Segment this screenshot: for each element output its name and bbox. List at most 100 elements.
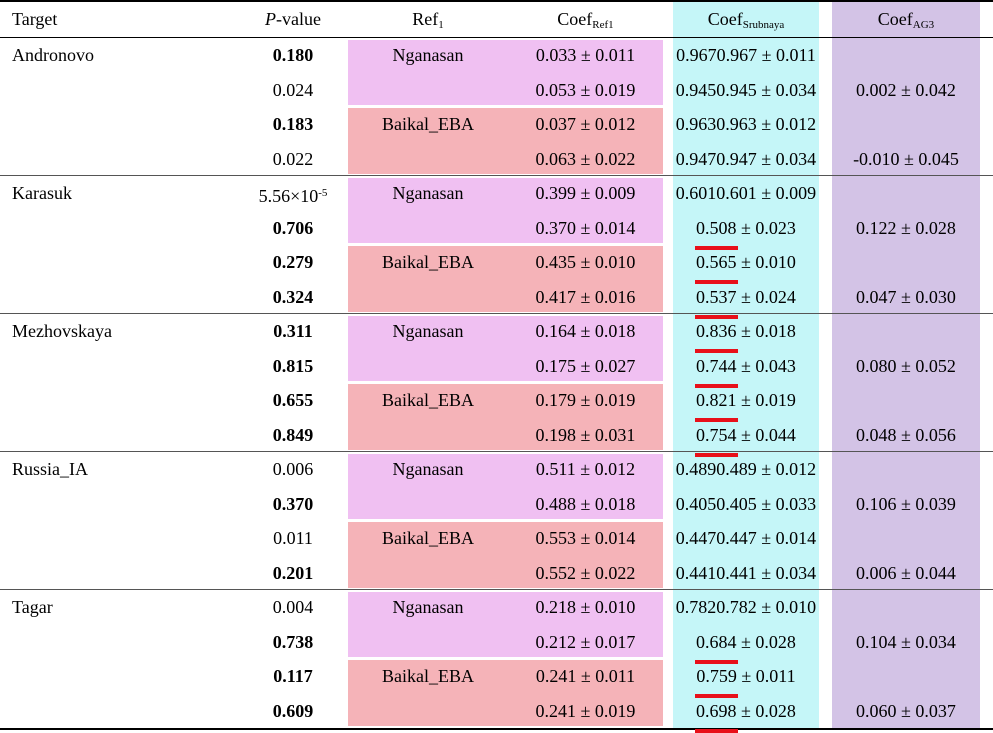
- ref-name: Nganasan: [392, 183, 464, 203]
- p-value-base: 5.56×10: [258, 186, 319, 206]
- coef-ref1-value: 0.241 ± 0.011: [535, 666, 636, 686]
- header-coef-ag3-main: Coef: [877, 9, 913, 29]
- coef-ag3-value: 0.048 ± 0.056: [856, 424, 956, 445]
- header-target: Target: [12, 9, 58, 29]
- p-value-cell: 0.201: [272, 562, 314, 583]
- ref-name: Baikal_EBA: [382, 114, 474, 134]
- header-coef-srubnaya: CoefSrubnaya: [673, 2, 819, 36]
- coef-srubnaya-cell: 0.4050.405 ± 0.033: [673, 487, 819, 521]
- p-value-cell: 0.815: [272, 355, 314, 376]
- coef-srubnaya-cell: 0.744 ± 0.043: [673, 349, 819, 388]
- coef-srubnaya-cell: 0.537 ± 0.024: [673, 280, 819, 319]
- coef-ag3-value: 0.080 ± 0.052: [856, 355, 956, 376]
- p-value-cell: 0.024: [272, 79, 314, 100]
- coef-srubnaya-error: ± 0.034: [756, 562, 817, 583]
- p-value-cell: 5.56×10-5: [238, 176, 348, 210]
- coef-ag3-value: 0.047 ± 0.030: [856, 286, 956, 307]
- coef-srubnaya-error: ± 0.012: [756, 459, 817, 479]
- p-value-cell: 0.706: [272, 217, 314, 238]
- coef-srubnaya-cell: 0.7820.782 ± 0.010: [673, 590, 819, 624]
- coef-srubnaya-error: ± 0.010: [736, 252, 796, 272]
- coef-ref1-value: 0.053 ± 0.019: [535, 79, 636, 100]
- coef-srubnaya-value: 0.9670.967: [676, 45, 758, 65]
- top-rule: [0, 0, 993, 2]
- coef-srubnaya-cell: 0.9670.967 ± 0.011: [673, 38, 819, 72]
- header-coef-ref-sub: Ref1: [592, 19, 614, 31]
- header-coef-srub-main: Coef: [707, 9, 743, 29]
- coef-srubnaya-value: 0.9630.963: [675, 114, 757, 134]
- coef-srubnaya-cell: 0.698 ± 0.028: [673, 694, 819, 733]
- header-ref-sub: 1: [438, 19, 444, 31]
- coef-srubnaya-value: 0.4050.405: [675, 493, 757, 514]
- header-coef-ref1: CoefRef1: [508, 2, 663, 36]
- coef-srubnaya-cell: 0.759 ± 0.011: [673, 659, 819, 698]
- coef-srubnaya-error: ± 0.043: [736, 355, 796, 376]
- target-label: Tagar: [12, 597, 53, 617]
- p-value-cell: 0.311: [273, 321, 313, 341]
- ref-name: Baikal_EBA: [382, 666, 474, 686]
- p-value-cell: 0.738: [272, 631, 314, 652]
- coef-srubnaya-cell: 0.754 ± 0.044: [673, 418, 819, 457]
- ref-name: Baikal_EBA: [382, 390, 474, 410]
- coef-srubnaya-value: 0.744: [695, 356, 738, 388]
- coef-srubnaya-error: ± 0.044: [736, 424, 796, 445]
- coef-srubnaya-error: ± 0.024: [736, 286, 796, 307]
- coef-srubnaya-value: 0.4470.447: [675, 528, 757, 548]
- coef-ref1-value: 0.435 ± 0.010: [535, 252, 636, 272]
- p-value-exponent: -5: [318, 187, 328, 199]
- coef-ag3-value: 0.002 ± 0.042: [856, 79, 956, 100]
- p-value-cell: 0.655: [272, 390, 314, 410]
- coef-ref1-value: 0.164 ± 0.018: [535, 321, 636, 341]
- coef-srubnaya-error: ± 0.028: [736, 631, 796, 652]
- coef-srubnaya-value: 0.836: [695, 321, 738, 353]
- coef-srubnaya-error: ± 0.034: [756, 148, 817, 169]
- p-value-cell: 0.609: [272, 700, 314, 721]
- header-p-rest: -value: [276, 9, 321, 29]
- coef-srubnaya-cell: 0.4470.447 ± 0.014: [673, 521, 819, 555]
- coef-ag3-value: 0.106 ± 0.039: [856, 493, 956, 514]
- coef-srubnaya-cell: 0.9450.945 ± 0.034: [673, 73, 819, 107]
- target-label: Mezhovskaya: [12, 321, 112, 341]
- p-value-cell: 0.849: [272, 424, 314, 445]
- coef-ref1-value: 0.370 ± 0.014: [535, 217, 636, 238]
- coef-srubnaya-error: ± 0.028: [736, 700, 796, 721]
- coef-ref1-value: 0.063 ± 0.022: [535, 148, 636, 169]
- coef-ref1-value: 0.511 ± 0.012: [535, 459, 636, 479]
- header-coef-srub-sub: Srubnaya: [742, 19, 785, 31]
- header-ref-main: Ref: [412, 9, 439, 29]
- coef-srubnaya-cell: 0.4410.441 ± 0.034: [673, 556, 819, 590]
- coef-srubnaya-cell: 0.9630.963 ± 0.012: [673, 107, 819, 141]
- header-p-value: P-value: [238, 2, 348, 36]
- coef-srubnaya-value: 0.537: [695, 287, 738, 319]
- coef-ref1-value: 0.218 ± 0.010: [535, 597, 636, 617]
- coef-srubnaya-cell: 0.4890.489 ± 0.012: [673, 452, 819, 486]
- coef-ag3-value: 0.006 ± 0.044: [856, 562, 956, 583]
- coef-srubnaya-value: 0.9470.947: [675, 148, 757, 169]
- header-ref1: Ref1: [348, 2, 508, 36]
- p-value-cell: 0.370: [272, 493, 314, 514]
- coef-srubnaya-error: ± 0.019: [736, 390, 796, 410]
- coef-srubnaya-error: ± 0.012: [756, 114, 817, 134]
- coef-ref1-value: 0.175 ± 0.027: [535, 355, 636, 376]
- coef-srubnaya-value: 0.821: [695, 390, 738, 422]
- target-label: Karasuk: [12, 183, 72, 203]
- coef-srubnaya-error: ± 0.018: [736, 321, 796, 341]
- coef-ag3-value: 0.060 ± 0.037: [856, 700, 956, 721]
- p-value-cell: 0.117: [273, 666, 313, 686]
- coef-srubnaya-error: ± 0.034: [756, 79, 817, 100]
- target-label: Russia_IA: [12, 459, 88, 479]
- coef-srubnaya-cell: 0.821 ± 0.019: [673, 383, 819, 422]
- coef-srubnaya-error: ± 0.010: [756, 597, 817, 617]
- coef-srubnaya-value: 0.565: [695, 252, 738, 284]
- coef-srubnaya-value: 0.7820.782: [675, 597, 757, 617]
- p-value-cell: 0.022: [272, 148, 314, 169]
- red-underline: [695, 728, 738, 733]
- coef-srubnaya-cell: 0.508 ± 0.023: [673, 211, 819, 250]
- ref-name: Nganasan: [392, 45, 464, 65]
- header-p-italic: P: [265, 9, 276, 29]
- p-value-cell: 0.183: [272, 114, 314, 134]
- coef-srubnaya-cell: 0.684 ± 0.028: [673, 625, 819, 664]
- coef-srubnaya-value: 0.6010.601: [675, 183, 757, 203]
- coef-srubnaya-value: 0.4410.441: [675, 562, 757, 583]
- coef-ref1-value: 0.212 ± 0.017: [535, 631, 636, 652]
